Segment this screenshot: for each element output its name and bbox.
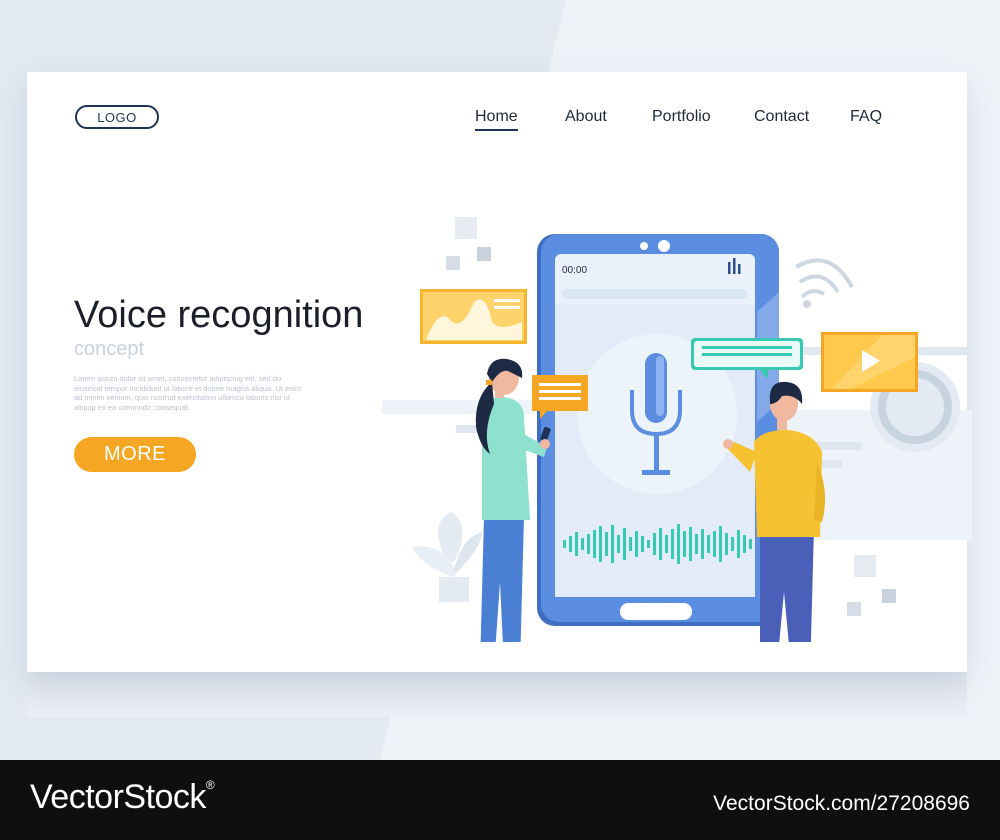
card-shadow-base xyxy=(27,672,967,717)
nav-about[interactable]: About xyxy=(565,108,607,126)
logo[interactable]: LOGO xyxy=(75,105,159,129)
mic-base xyxy=(642,470,670,475)
deco-square xyxy=(477,247,491,261)
hero-title: Voice recognition xyxy=(74,294,364,336)
man-pants xyxy=(760,527,814,642)
deco-square xyxy=(455,217,477,239)
woman-jeans xyxy=(480,517,524,642)
bg-bar xyxy=(862,487,972,505)
nav-home[interactable]: Home xyxy=(475,108,518,131)
phone-progress-bar xyxy=(562,289,748,299)
mic-stand xyxy=(654,434,659,472)
wifi-icon xyxy=(794,258,854,299)
signal-bar xyxy=(738,264,741,274)
signal-bar xyxy=(733,258,736,274)
more-button[interactable]: MORE xyxy=(74,437,196,472)
phone-timer: 00:00 xyxy=(562,265,587,276)
landing-page-card: LOGO Home About Portfolio Contact FAQ Vo… xyxy=(27,72,972,672)
nav-contact[interactable]: Contact xyxy=(754,108,809,126)
deco-square xyxy=(854,555,876,577)
stock-id: VectorStock.com/27208696 xyxy=(713,792,970,815)
phone-home-button xyxy=(620,603,692,620)
phone-sensor xyxy=(658,240,670,252)
deco-square xyxy=(882,589,896,603)
footer-watermark-bar: VectorStock® VectorStock.com/27208696 xyxy=(0,760,1000,840)
nav-portfolio[interactable]: Portfolio xyxy=(652,108,711,126)
hero-subtitle: concept xyxy=(74,338,145,360)
chart-line xyxy=(494,306,520,309)
plant-pot xyxy=(439,577,469,602)
phone-camera xyxy=(640,242,648,250)
nav-faq[interactable]: FAQ xyxy=(850,108,882,126)
mic-highlight xyxy=(656,356,664,416)
signal-bar xyxy=(728,262,731,274)
man-sweater xyxy=(754,430,822,537)
deco-square xyxy=(847,602,861,616)
voice-recognition-illustration: 00:00 xyxy=(382,217,972,642)
hero-body-text: Lorem ipsum dolor sit amet, consectetur … xyxy=(74,374,302,412)
vectorstock-logo: VectorStock® xyxy=(30,778,215,816)
deco-square xyxy=(446,256,460,270)
chart-line xyxy=(494,299,520,302)
